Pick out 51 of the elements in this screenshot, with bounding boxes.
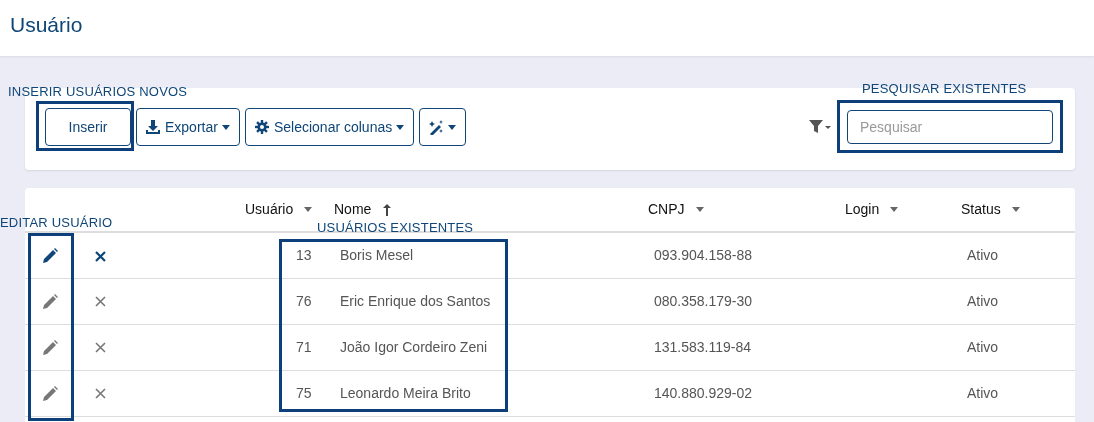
table-cell: 080.358.179-30 xyxy=(654,292,753,309)
pencil-icon[interactable] xyxy=(42,248,58,265)
pencil-icon[interactable] xyxy=(42,339,58,356)
caret-icon[interactable] xyxy=(1011,207,1020,212)
close-icon[interactable] xyxy=(94,296,106,308)
caret-icon xyxy=(221,124,230,130)
export-dropdown-button[interactable]: Exportar xyxy=(136,108,240,146)
annotation-label: INSERIR USUÁRIOS NOVOS xyxy=(8,85,188,99)
close-icon[interactable] xyxy=(94,388,106,400)
wand-dropdown-button[interactable] xyxy=(419,108,467,146)
column-header[interactable]: Nome xyxy=(334,199,372,220)
magic-wand-icon xyxy=(429,119,445,135)
search-field[interactable]: Pesquisar xyxy=(847,110,1053,144)
column-header[interactable]: Login xyxy=(845,199,880,220)
sort-up-arrow-icon[interactable] xyxy=(383,203,392,216)
table-cell: Ativo xyxy=(967,338,999,355)
table-cell: João Igor Cordeiro Zeni xyxy=(340,338,488,355)
annotation-label: PESQUISAR EXISTENTES xyxy=(862,82,1027,96)
table-cell: Leonardo Meira Brito xyxy=(340,384,471,401)
caret-icon[interactable] xyxy=(890,207,899,212)
close-icon[interactable] xyxy=(94,342,106,354)
insert-button[interactable]: Inserir xyxy=(45,108,131,146)
page-title: Usuário xyxy=(10,12,84,38)
close-icon[interactable] xyxy=(94,250,106,262)
columns-dropdown-button[interactable]: Selecionar colunas xyxy=(244,108,415,146)
caret-icon xyxy=(448,124,457,130)
caret-icon xyxy=(396,124,405,130)
table-cell: 75 xyxy=(296,384,312,401)
caret-icon[interactable] xyxy=(304,207,313,212)
pencil-icon[interactable] xyxy=(42,385,58,402)
download-icon xyxy=(146,120,160,134)
table-cell: Ativo xyxy=(967,246,999,263)
table-cell: 131.583.119-84 xyxy=(654,338,752,355)
table-cell: Ativo xyxy=(967,292,999,309)
column-header[interactable]: Status xyxy=(961,199,1001,220)
table-cell: 13 xyxy=(296,246,312,263)
table-cell: 093.904.158-88 xyxy=(654,246,753,263)
table-cell: Ativo xyxy=(967,384,999,401)
filter-icon[interactable] xyxy=(809,120,831,134)
pencil-icon[interactable] xyxy=(42,293,58,310)
annotation-label: EDITAR USUÁRIO xyxy=(0,216,113,230)
table-cell: 71 xyxy=(296,338,312,355)
caret-icon[interactable] xyxy=(695,207,704,212)
table-cell: Boris Mesel xyxy=(340,246,414,263)
column-header[interactable]: Usuário xyxy=(245,199,294,220)
gear-icon xyxy=(254,120,269,134)
table-cell: 140.880.929-02 xyxy=(654,384,753,401)
table-cell: Eric Enrique dos Santos xyxy=(340,292,491,309)
table-cell: 76 xyxy=(296,292,312,309)
column-header[interactable]: CNPJ xyxy=(648,199,685,220)
annotation-label: USUÁRIOS EXISTENTES xyxy=(317,221,474,235)
